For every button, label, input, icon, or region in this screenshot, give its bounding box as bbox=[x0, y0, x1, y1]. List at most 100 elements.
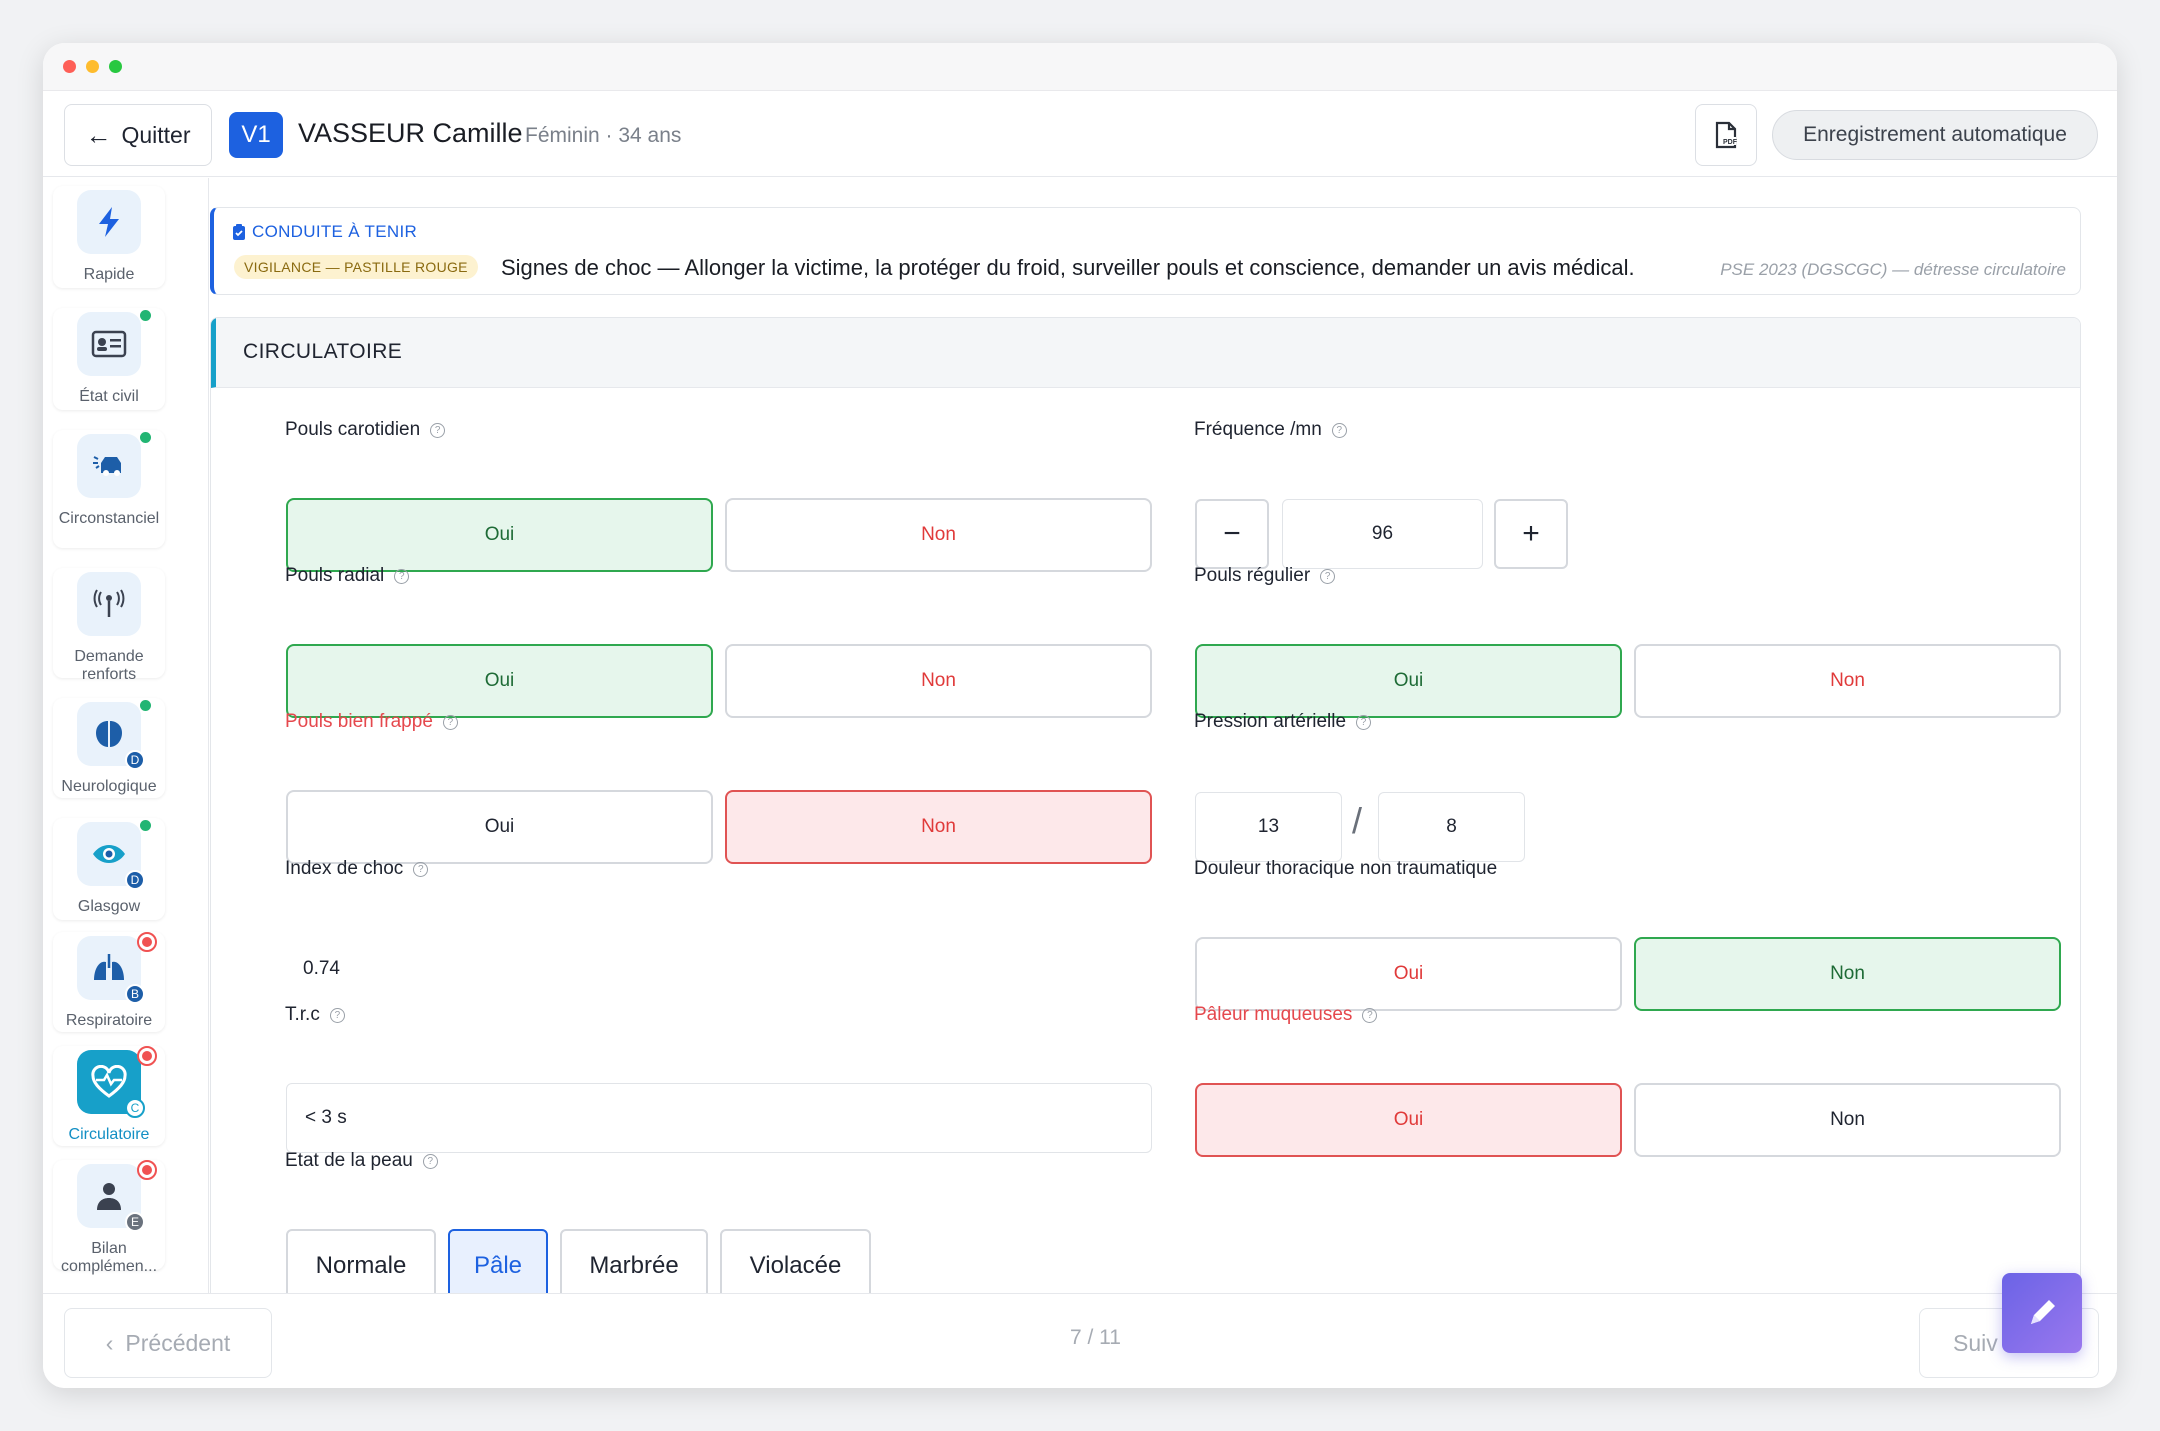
pouls-regulier-non[interactable]: Non bbox=[1634, 644, 2061, 718]
sidebar-item-label: Circonstanciel bbox=[58, 510, 160, 527]
pression-diastolique-input[interactable]: 8 bbox=[1378, 792, 1525, 862]
frequence-input[interactable]: 96 bbox=[1282, 499, 1483, 569]
sidebar: Rapide État civil Circonstanciel Demande… bbox=[43, 178, 209, 1293]
help-icon[interactable]: ? bbox=[1331, 422, 1347, 438]
frequence-increment-button[interactable]: + bbox=[1494, 499, 1568, 569]
sidebar-item-label: État civil bbox=[79, 388, 139, 405]
conduite-title: CONDUITE À TENIR bbox=[252, 222, 418, 241]
quit-label: Quitter bbox=[121, 121, 191, 148]
help-icon[interactable]: ? bbox=[413, 861, 429, 877]
sidebar-item-respiratoire[interactable]: B Respiratoire bbox=[53, 932, 165, 1032]
help-icon[interactable]: ? bbox=[329, 1007, 345, 1023]
sidebar-item-label: Respiratoire bbox=[65, 1012, 153, 1029]
paleur-muqueuses-non[interactable]: Non bbox=[1634, 1083, 2061, 1157]
index-choc-value: 0.74 bbox=[303, 958, 340, 979]
patient-meta: Féminin · 34 ans bbox=[525, 124, 682, 147]
status-dot-alert bbox=[137, 1160, 157, 1180]
pression-separator: / bbox=[1352, 800, 1363, 841]
antenna-icon bbox=[77, 572, 141, 636]
pouls-bien-frappe-label: Pouls bien frappé? bbox=[285, 711, 458, 733]
field-label-text: Etat de la peau bbox=[285, 1150, 413, 1171]
vigilance-badge: VIGILANCE — PASTILLE ROUGE bbox=[234, 255, 478, 279]
previous-button[interactable]: ‹ Précédent bbox=[64, 1308, 272, 1378]
sidebar-item-label: Demande renforts bbox=[74, 648, 144, 683]
sidebar-item-neurologique[interactable]: D Neurologique bbox=[53, 698, 165, 798]
douleur-thoracique-label: Douleur thoracique non traumatique bbox=[1194, 858, 1497, 880]
pouls-regulier-oui[interactable]: Oui bbox=[1195, 644, 1622, 718]
sidebar-item-glasgow[interactable]: D Glasgow bbox=[53, 818, 165, 920]
edit-fab-button[interactable] bbox=[2002, 1273, 2082, 1353]
sidebar-item-label: Circulatoire bbox=[68, 1126, 150, 1143]
douleur-thoracique-oui[interactable]: Oui bbox=[1195, 937, 1622, 1011]
category-badge: D bbox=[125, 750, 145, 770]
sidebar-item-circulatoire[interactable]: C Circulatoire bbox=[53, 1046, 165, 1146]
app-header: ← Quitter V1 VASSEUR Camille Féminin · 3… bbox=[43, 91, 2117, 177]
help-icon[interactable]: ? bbox=[442, 714, 458, 730]
sidebar-item-rapide[interactable]: Rapide bbox=[53, 186, 165, 288]
field-label-text: Pression artérielle bbox=[1194, 711, 1347, 732]
id-card-icon bbox=[77, 312, 141, 376]
pouls-radial-label: Pouls radial? bbox=[285, 565, 410, 587]
field-label-text: Pâleur muqueuses bbox=[1194, 1004, 1353, 1025]
pression-arterielle-label: Pression artérielle? bbox=[1194, 711, 1372, 733]
app-window: ← Quitter V1 VASSEUR Camille Féminin · 3… bbox=[43, 43, 2117, 1388]
sidebar-item-label: Glasgow bbox=[77, 898, 141, 915]
pouls-bien-frappe-oui[interactable]: Oui bbox=[286, 790, 713, 864]
help-icon[interactable]: ? bbox=[1362, 1007, 1378, 1023]
help-icon[interactable]: ? bbox=[1356, 714, 1372, 730]
field-label-text: Pouls carotidien bbox=[285, 419, 421, 440]
maximize-window-button[interactable] bbox=[109, 60, 122, 73]
status-dot-complete bbox=[140, 432, 151, 443]
patient-badge: V1 bbox=[229, 112, 283, 158]
minimize-window-button[interactable] bbox=[86, 60, 99, 73]
sidebar-item-demande-renforts[interactable]: Demande renforts bbox=[53, 568, 165, 683]
pouls-radial-oui[interactable]: Oui bbox=[286, 644, 713, 718]
footer-nav: ‹ Précédent 7 / 11 Suiv bbox=[43, 1293, 2117, 1388]
pouls-bien-frappe-non[interactable]: Non bbox=[725, 790, 1152, 864]
pdf-export-button[interactable]: PDF bbox=[1695, 104, 1757, 166]
status-dot-alert bbox=[137, 1046, 157, 1066]
previous-label: Précédent bbox=[125, 1329, 231, 1356]
peau-option-normale[interactable]: Normale bbox=[286, 1229, 436, 1303]
help-icon[interactable]: ? bbox=[394, 568, 410, 584]
conduite-text: Signes de choc — Allonger la victime, la… bbox=[501, 255, 1635, 280]
sidebar-item-label: Neurologique bbox=[61, 778, 157, 795]
field-label-text: Pouls radial bbox=[285, 565, 385, 586]
help-icon[interactable]: ? bbox=[422, 1153, 438, 1169]
pouls-carotidien-non[interactable]: Non bbox=[725, 498, 1152, 572]
conduite-title-row: CONDUITE À TENIR bbox=[232, 222, 417, 242]
circulatoire-card: CIRCULATOIRE Pouls carotidien? Oui Non P… bbox=[210, 317, 2081, 1317]
pencil-icon bbox=[2031, 1300, 2055, 1324]
sidebar-item-circonstanciel[interactable]: Circonstanciel bbox=[53, 430, 165, 548]
page-indicator: 7 / 11 bbox=[1070, 1326, 1121, 1349]
sidebar-item-bilan-complementaire[interactable]: E Bilan complémen... bbox=[53, 1160, 165, 1275]
status-dot-complete bbox=[140, 820, 151, 831]
clipboard-check-icon bbox=[233, 223, 245, 240]
peau-option-violacee[interactable]: Violacée bbox=[720, 1229, 871, 1303]
category-badge: C bbox=[125, 1098, 145, 1118]
paleur-muqueuses-oui[interactable]: Oui bbox=[1195, 1083, 1622, 1157]
trc-label: T.r.c? bbox=[285, 1004, 345, 1026]
conduite-a-tenir-banner: CONDUITE À TENIR VIGILANCE — PASTILLE RO… bbox=[210, 207, 2081, 295]
sidebar-item-label: Bilan complémen... bbox=[60, 1240, 158, 1275]
frequence-decrement-button[interactable]: − bbox=[1195, 499, 1269, 569]
help-icon[interactable]: ? bbox=[430, 422, 446, 438]
pouls-radial-non[interactable]: Non bbox=[725, 644, 1152, 718]
field-label-text: Pouls bien frappé bbox=[285, 711, 433, 732]
autosave-status[interactable]: Enregistrement automatique bbox=[1772, 110, 2098, 160]
status-dot-complete bbox=[140, 700, 151, 711]
douleur-thoracique-non[interactable]: Non bbox=[1634, 937, 2061, 1011]
close-window-button[interactable] bbox=[63, 60, 76, 73]
help-icon[interactable]: ? bbox=[1320, 568, 1336, 584]
sidebar-item-etat-civil[interactable]: État civil bbox=[53, 308, 165, 410]
trc-input[interactable]: < 3 s bbox=[286, 1083, 1152, 1153]
conduite-source: PSE 2023 (DGSCGC) — détresse circulatoir… bbox=[1720, 260, 2066, 279]
pouls-carotidien-oui[interactable]: Oui bbox=[286, 498, 713, 572]
peau-option-marbree[interactable]: Marbrée bbox=[560, 1229, 708, 1303]
window-chrome bbox=[43, 43, 2117, 91]
peau-option-pale[interactable]: Pâle bbox=[448, 1229, 548, 1303]
pression-systolique-input[interactable]: 13 bbox=[1195, 792, 1342, 862]
pouls-carotidien-label: Pouls carotidien? bbox=[285, 419, 446, 441]
quit-button[interactable]: ← Quitter bbox=[64, 104, 212, 166]
car-crash-icon bbox=[77, 434, 141, 498]
